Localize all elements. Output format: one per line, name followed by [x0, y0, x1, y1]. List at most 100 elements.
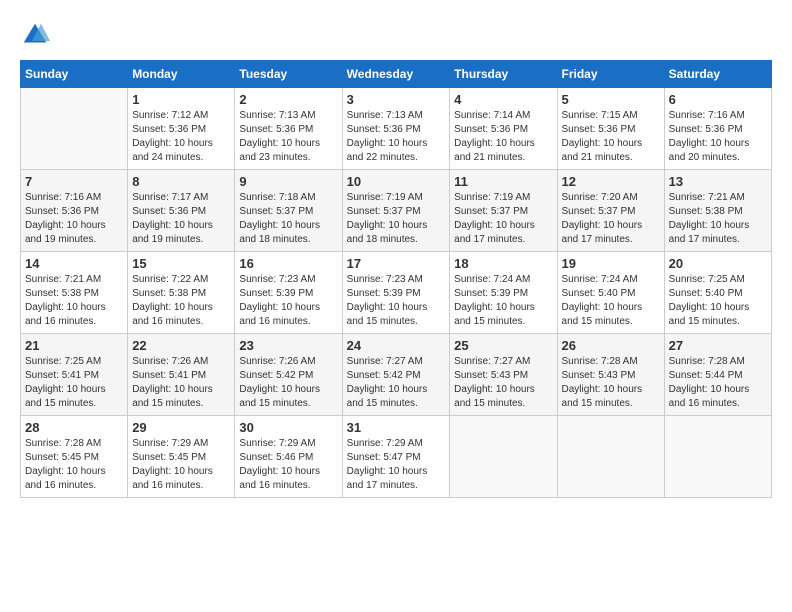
calendar-cell: 27 Sunrise: 7:28 AMSunset: 5:44 PMDayligh… [664, 334, 771, 416]
calendar-cell: 13Sunrise: 7:21 AMSunset: 5:38 PMDayligh… [664, 170, 771, 252]
header-sunday: Sunday [21, 61, 128, 88]
day-info: Sunrise: 7:28 AMSunset: 5:43 PMDaylight:… [562, 355, 660, 411]
day-number: 25 [454, 338, 552, 353]
calendar-cell: 25 Sunrise: 7:27 AMSunset: 5:43 PMDayligh… [450, 334, 557, 416]
day-info: Sunrise: 7:22 AMSunset: 5:38 PMDaylight:… [132, 273, 230, 329]
logo [20, 20, 54, 50]
calendar-cell: 2Sunrise: 7:13 AMSunset: 5:36 PMDaylight… [235, 88, 342, 170]
day-number: 16 [239, 256, 337, 271]
day-number: 14 [25, 256, 123, 271]
calendar-cell: 6Sunrise: 7:16 AMSunset: 5:36 PMDaylight… [664, 88, 771, 170]
calendar-cell: 14 Sunrise: 7:21 AMSunset: 5:38 PMDayligh… [21, 252, 128, 334]
day-info: Sunrise: 7:19 AMSunset: 5:37 PMDaylight:… [347, 191, 446, 247]
calendar-cell: 15 Sunrise: 7:22 AMSunset: 5:38 PMDayligh… [128, 252, 235, 334]
calendar-cell: 29 Sunrise: 7:29 AMSunset: 5:45 PMDayligh… [128, 416, 235, 498]
day-number: 24 [347, 338, 446, 353]
day-info: Sunrise: 7:14 AMSunset: 5:36 PMDaylight:… [454, 109, 552, 165]
day-number: 30 [239, 420, 337, 435]
day-number: 4 [454, 92, 552, 107]
day-info: Sunrise: 7:23 AMSunset: 5:39 PMDaylight:… [347, 273, 446, 329]
day-number: 19 [562, 256, 660, 271]
day-info: Sunrise: 7:24 AMSunset: 5:40 PMDaylight:… [562, 273, 660, 329]
calendar-cell: 21 Sunrise: 7:25 AMSunset: 5:41 PMDayligh… [21, 334, 128, 416]
day-info: Sunrise: 7:18 AMSunset: 5:37 PMDaylight:… [239, 191, 337, 247]
calendar-cell: 18 Sunrise: 7:24 AMSunset: 5:39 PMDayligh… [450, 252, 557, 334]
day-info: Sunrise: 7:19 AMSunset: 5:37 PMDaylight:… [454, 191, 552, 247]
day-info: Sunrise: 7:13 AMSunset: 5:36 PMDaylight:… [347, 109, 446, 165]
day-number: 5 [562, 92, 660, 107]
calendar-table: SundayMondayTuesdayWednesdayThursdayFrid… [20, 60, 772, 498]
header-tuesday: Tuesday [235, 61, 342, 88]
day-info: Sunrise: 7:17 AMSunset: 5:36 PMDaylight:… [132, 191, 230, 247]
day-number: 17 [347, 256, 446, 271]
calendar-cell [21, 88, 128, 170]
calendar-cell: 26Sunrise: 7:28 AMSunset: 5:43 PMDayligh… [557, 334, 664, 416]
calendar-cell [557, 416, 664, 498]
calendar-cell: 24Sunrise: 7:27 AMSunset: 5:42 PMDayligh… [342, 334, 450, 416]
calendar-cell: 17 Sunrise: 7:23 AMSunset: 5:39 PMDayligh… [342, 252, 450, 334]
day-info: Sunrise: 7:29 AMSunset: 5:46 PMDaylight:… [239, 437, 337, 493]
day-info: Sunrise: 7:20 AMSunset: 5:37 PMDaylight:… [562, 191, 660, 247]
calendar-week-row: 14 Sunrise: 7:21 AMSunset: 5:38 PMDayligh… [21, 252, 772, 334]
day-info: Sunrise: 7:23 AMSunset: 5:39 PMDaylight:… [239, 273, 337, 329]
logo-icon [20, 20, 50, 50]
day-number: 20 [669, 256, 767, 271]
day-number: 27 [669, 338, 767, 353]
day-number: 13 [669, 174, 767, 189]
calendar-cell: 5 Sunrise: 7:15 AMSunset: 5:36 PMDaylight… [557, 88, 664, 170]
day-info: Sunrise: 7:25 AMSunset: 5:41 PMDaylight:… [25, 355, 123, 411]
day-number: 2 [239, 92, 337, 107]
day-info: Sunrise: 7:26 AMSunset: 5:42 PMDaylight:… [239, 355, 337, 411]
day-info: Sunrise: 7:16 AMSunset: 5:36 PMDaylight:… [25, 191, 123, 247]
day-info: Sunrise: 7:28 AMSunset: 5:44 PMDaylight:… [669, 355, 767, 411]
day-info: Sunrise: 7:28 AMSunset: 5:45 PMDaylight:… [25, 437, 123, 493]
day-number: 22 [132, 338, 230, 353]
header-monday: Monday [128, 61, 235, 88]
header-saturday: Saturday [664, 61, 771, 88]
day-number: 10 [347, 174, 446, 189]
calendar-cell: 9 Sunrise: 7:18 AMSunset: 5:37 PMDaylight… [235, 170, 342, 252]
calendar-cell: 3 Sunrise: 7:13 AMSunset: 5:36 PMDaylight… [342, 88, 450, 170]
calendar-week-row: 28 Sunrise: 7:28 AMSunset: 5:45 PMDayligh… [21, 416, 772, 498]
calendar-cell: 10 Sunrise: 7:19 AMSunset: 5:37 PMDayligh… [342, 170, 450, 252]
day-number: 29 [132, 420, 230, 435]
calendar-cell: 22 Sunrise: 7:26 AMSunset: 5:41 PMDayligh… [128, 334, 235, 416]
day-number: 18 [454, 256, 552, 271]
day-number: 23 [239, 338, 337, 353]
day-number: 11 [454, 174, 552, 189]
calendar-cell [450, 416, 557, 498]
day-info: Sunrise: 7:27 AMSunset: 5:43 PMDaylight:… [454, 355, 552, 411]
calendar-cell: 4 Sunrise: 7:14 AMSunset: 5:36 PMDaylight… [450, 88, 557, 170]
day-number: 1 [132, 92, 230, 107]
day-info: Sunrise: 7:12 AMSunset: 5:36 PMDaylight:… [132, 109, 230, 165]
day-info: Sunrise: 7:21 AMSunset: 5:38 PMDaylight:… [25, 273, 123, 329]
calendar-cell: 1 Sunrise: 7:12 AMSunset: 5:36 PMDaylight… [128, 88, 235, 170]
day-number: 6 [669, 92, 767, 107]
calendar-cell: 20 Sunrise: 7:25 AMSunset: 5:40 PMDayligh… [664, 252, 771, 334]
day-number: 9 [239, 174, 337, 189]
day-info: Sunrise: 7:29 AMSunset: 5:45 PMDaylight:… [132, 437, 230, 493]
header-wednesday: Wednesday [342, 61, 450, 88]
calendar-cell: 11 Sunrise: 7:19 AMSunset: 5:37 PMDayligh… [450, 170, 557, 252]
calendar-cell: 28 Sunrise: 7:28 AMSunset: 5:45 PMDayligh… [21, 416, 128, 498]
day-info: Sunrise: 7:24 AMSunset: 5:39 PMDaylight:… [454, 273, 552, 329]
day-number: 8 [132, 174, 230, 189]
day-number: 15 [132, 256, 230, 271]
day-info: Sunrise: 7:26 AMSunset: 5:41 PMDaylight:… [132, 355, 230, 411]
day-number: 31 [347, 420, 446, 435]
day-number: 21 [25, 338, 123, 353]
calendar-week-row: 7 Sunrise: 7:16 AMSunset: 5:36 PMDaylight… [21, 170, 772, 252]
calendar-cell: 7 Sunrise: 7:16 AMSunset: 5:36 PMDaylight… [21, 170, 128, 252]
calendar-cell: 16 Sunrise: 7:23 AMSunset: 5:39 PMDayligh… [235, 252, 342, 334]
day-info: Sunrise: 7:15 AMSunset: 5:36 PMDaylight:… [562, 109, 660, 165]
calendar-cell [664, 416, 771, 498]
day-number: 7 [25, 174, 123, 189]
calendar-cell: 12Sunrise: 7:20 AMSunset: 5:37 PMDayligh… [557, 170, 664, 252]
day-info: Sunrise: 7:25 AMSunset: 5:40 PMDaylight:… [669, 273, 767, 329]
page-header [20, 20, 772, 50]
calendar-cell: 19 Sunrise: 7:24 AMSunset: 5:40 PMDayligh… [557, 252, 664, 334]
calendar-cell: 31Sunrise: 7:29 AMSunset: 5:47 PMDayligh… [342, 416, 450, 498]
day-number: 3 [347, 92, 446, 107]
header-thursday: Thursday [450, 61, 557, 88]
day-number: 28 [25, 420, 123, 435]
